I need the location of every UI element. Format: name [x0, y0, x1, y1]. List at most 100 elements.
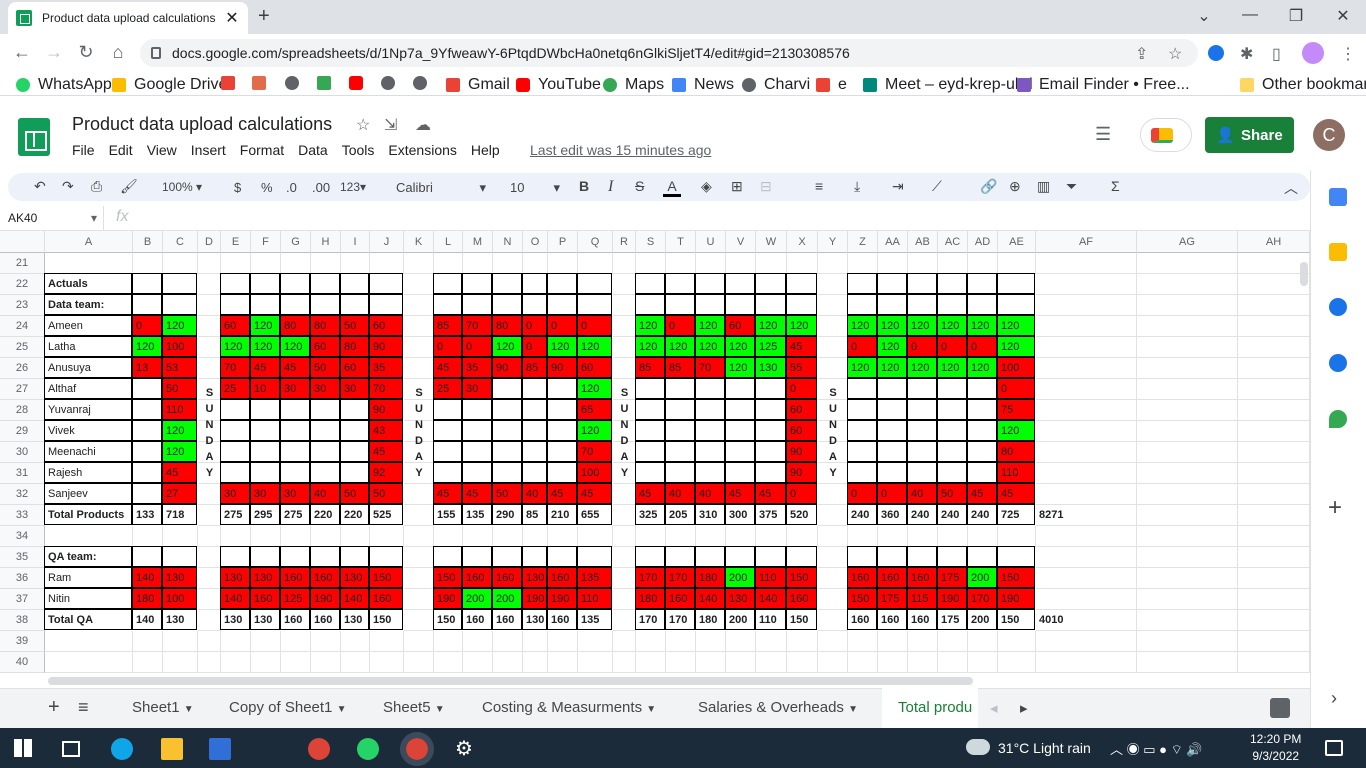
cell-T35[interactable]	[665, 546, 695, 567]
add-sheet-icon[interactable]: +	[48, 696, 60, 719]
cell-AH25[interactable]	[1238, 337, 1310, 358]
sheet-tab-1[interactable]: Sheet1 ▼	[132, 699, 194, 716]
show-side-panel-icon[interactable]: ›	[1331, 688, 1337, 709]
cell-AA40[interactable]	[878, 652, 908, 673]
cell-O38[interactable]: 130	[522, 609, 547, 630]
cell-X40[interactable]	[787, 652, 818, 673]
cell-L28[interactable]	[433, 399, 462, 420]
cell-X22[interactable]	[786, 273, 817, 294]
cell-E21[interactable]	[221, 253, 251, 274]
cell-Z38[interactable]: 160	[847, 609, 877, 630]
text-color-icon[interactable]: A	[663, 178, 681, 197]
cell-AB22[interactable]	[907, 273, 937, 294]
cell-I40[interactable]	[341, 652, 370, 673]
cell-AC36[interactable]: 175	[937, 567, 967, 588]
cell-K37[interactable]	[404, 589, 434, 610]
cell-F26[interactable]: 45	[250, 357, 280, 378]
cell-AG23[interactable]	[1137, 295, 1238, 316]
cell-I37[interactable]: 140	[340, 588, 369, 609]
cell-Y36[interactable]	[818, 568, 848, 589]
cell-T23[interactable]	[665, 294, 695, 315]
cell-E39[interactable]	[221, 631, 251, 652]
cell-U25[interactable]: 120	[695, 336, 725, 357]
cell-U29[interactable]	[695, 420, 725, 441]
cell-J36[interactable]: 150	[369, 567, 403, 588]
cell-U37[interactable]: 140	[695, 588, 725, 609]
cell-E25[interactable]: 120	[220, 336, 250, 357]
cell-B31[interactable]	[132, 462, 162, 483]
cell-AE38[interactable]: 150	[997, 609, 1035, 630]
column-header-AE[interactable]: AE	[998, 231, 1036, 253]
cell-R34[interactable]	[613, 526, 636, 547]
extensions-puzzle-icon[interactable]: ✱	[1240, 44, 1253, 64]
bookmark-2[interactable]	[252, 76, 274, 90]
cell-Z35[interactable]	[847, 546, 877, 567]
cell-AB36[interactable]: 160	[907, 567, 937, 588]
cell-AH34[interactable]	[1238, 526, 1310, 547]
column-header-C[interactable]: C	[163, 231, 198, 253]
cell-AC28[interactable]	[937, 399, 967, 420]
cell-S28[interactable]	[635, 399, 665, 420]
cell-W27[interactable]	[755, 378, 786, 399]
cell-N38[interactable]: 160	[492, 609, 522, 630]
reload-icon[interactable]: ↻	[74, 42, 98, 63]
cell-D40[interactable]	[198, 652, 221, 673]
cell-AA27[interactable]	[877, 378, 907, 399]
cell-H23[interactable]	[310, 294, 340, 315]
cell-P31[interactable]	[547, 462, 577, 483]
cell-M33[interactable]: 135	[462, 504, 492, 525]
cell-L39[interactable]	[434, 631, 463, 652]
cell-D25[interactable]	[198, 337, 221, 358]
cell-Q25[interactable]: 120	[577, 336, 612, 357]
cell-Q40[interactable]	[578, 652, 613, 673]
cell-AD36[interactable]: 200	[967, 567, 997, 588]
cell-C32[interactable]: 27	[162, 483, 197, 504]
cell-P34[interactable]	[548, 526, 578, 547]
cell-K26[interactable]	[404, 358, 434, 379]
cell-J35[interactable]	[369, 546, 403, 567]
cell-V27[interactable]	[725, 378, 755, 399]
row-header-21[interactable]: 21	[0, 253, 45, 274]
cell-L23[interactable]	[433, 294, 462, 315]
cell-G26[interactable]: 45	[280, 357, 310, 378]
cell-B40[interactable]	[133, 652, 163, 673]
cell-Z34[interactable]	[848, 526, 878, 547]
cell-Q33[interactable]: 655	[577, 504, 612, 525]
cell-P36[interactable]: 160	[547, 567, 577, 588]
cell-H27[interactable]: 30	[310, 378, 340, 399]
fill-color-icon[interactable]: ◈	[701, 178, 712, 195]
cell-AF36[interactable]	[1036, 568, 1137, 589]
cell-AC23[interactable]	[937, 294, 967, 315]
horizontal-align-icon[interactable]: ≡	[815, 178, 823, 194]
cell-C27[interactable]: 50	[162, 378, 197, 399]
home-icon[interactable]: ⌂	[106, 42, 130, 63]
borders-icon[interactable]: ⊞	[731, 178, 743, 195]
cell-AB40[interactable]	[908, 652, 938, 673]
cell-N24[interactable]: 80	[492, 315, 522, 336]
cell-AA26[interactable]: 120	[877, 357, 907, 378]
column-header-E[interactable]: E	[221, 231, 251, 253]
scroll-tabs-left-icon[interactable]: ◂	[990, 699, 998, 717]
cell-M30[interactable]	[462, 441, 492, 462]
cell-N36[interactable]: 160	[492, 567, 522, 588]
cell-AA25[interactable]: 120	[877, 336, 907, 357]
cell-U30[interactable]	[695, 441, 725, 462]
vertical-align-icon[interactable]: ⤓	[854, 178, 860, 195]
cell-V36[interactable]: 200	[725, 567, 755, 588]
bookmark-maps[interactable]: Maps	[603, 76, 664, 94]
cell-Z28[interactable]	[847, 399, 877, 420]
cell-C33[interactable]: 718	[162, 504, 197, 525]
cell-S25[interactable]: 120	[635, 336, 665, 357]
cell-X30[interactable]: 90	[786, 441, 817, 462]
cell-Y38[interactable]	[818, 610, 848, 631]
cell-B24[interactable]: 0	[132, 315, 162, 336]
cell-A29[interactable]: Vivek	[44, 420, 132, 441]
cell-L26[interactable]: 45	[433, 357, 462, 378]
cell-J25[interactable]: 90	[369, 336, 403, 357]
row-header-37[interactable]: 37	[0, 589, 45, 610]
cell-AH28[interactable]	[1238, 400, 1310, 421]
cell-T40[interactable]	[666, 652, 696, 673]
cell-A24[interactable]: Ameen	[44, 315, 132, 336]
cell-N23[interactable]	[492, 294, 522, 315]
cell-B23[interactable]	[132, 294, 162, 315]
